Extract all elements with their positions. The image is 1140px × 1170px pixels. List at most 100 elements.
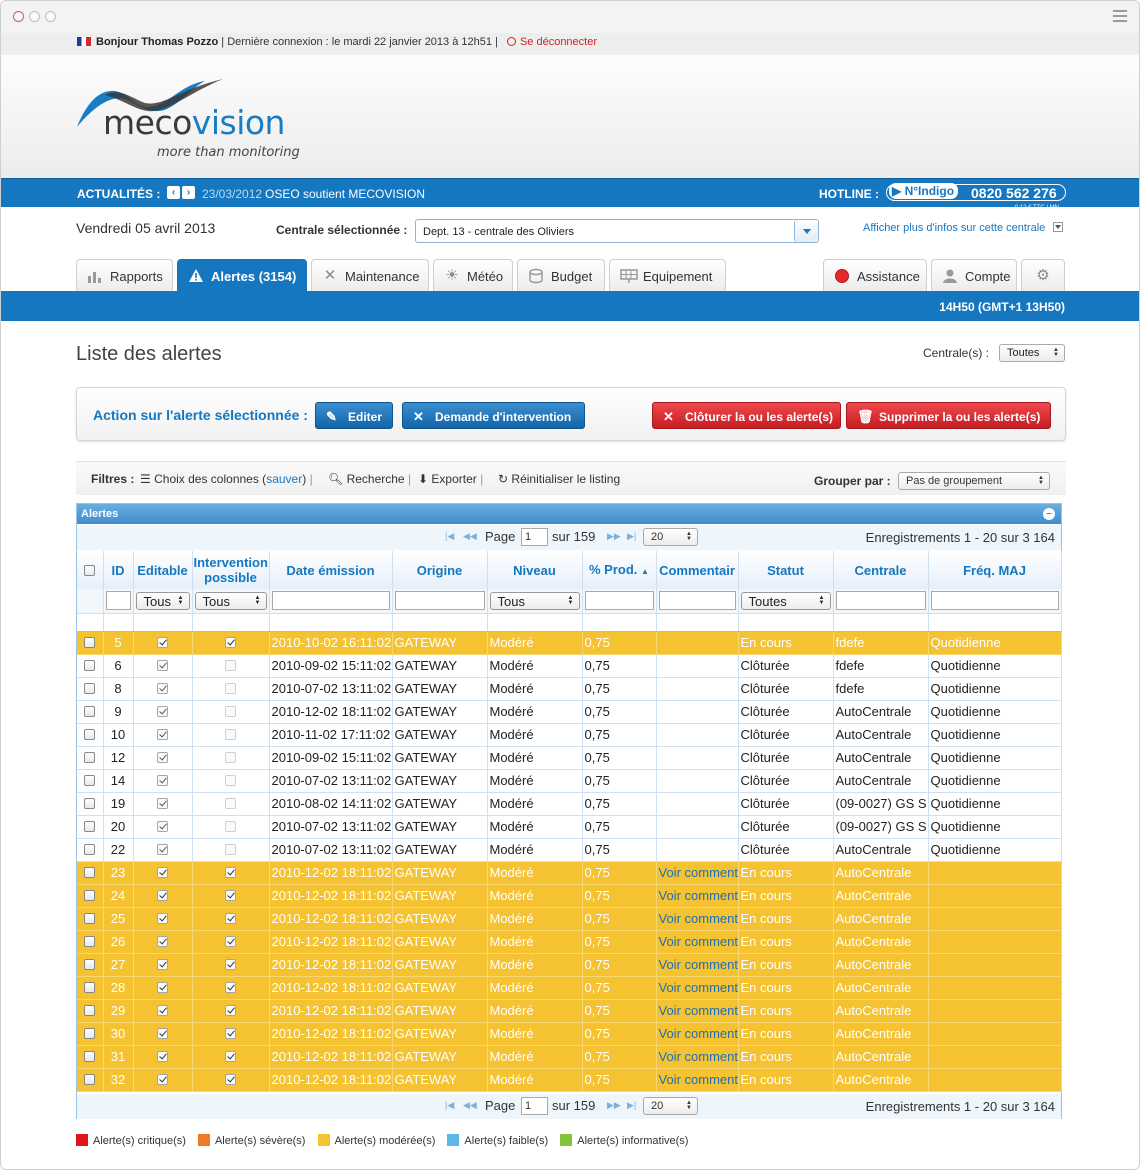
table-row[interactable]: 28 2010-12-02 18:11:02 GATEWAY Modéré 0,75 Vo… <box>77 976 1062 1000</box>
french-flag-icon[interactable] <box>77 37 91 46</box>
col-intervention[interactable]: Intervention possible <box>192 551 270 589</box>
tab-budget[interactable]: Budget <box>517 259 605 292</box>
page-size-select[interactable]: 20 ▲ ▼ <box>643 1097 698 1115</box>
row-comment-link[interactable]: Voir comment <box>656 1022 739 1046</box>
table-row[interactable]: 32 2010-12-02 18:11:02 GATEWAY Modéré 0,75 Vo… <box>77 1068 1062 1092</box>
col-statut[interactable]: Statut <box>738 551 834 589</box>
row-comment-link[interactable]: Voir comment <box>656 953 739 977</box>
table-row[interactable]: 9 2010-12-02 18:11:02 GATEWAY Modéré 0,75 Clô… <box>77 700 1062 724</box>
table-row[interactable]: 6 2010-09-02 15:11:02 GATEWAY Modéré 0,75 Clô… <box>77 654 1062 678</box>
row-select-checkbox[interactable] <box>84 821 96 832</box>
table-row[interactable]: 26 2010-12-02 18:11:02 GATEWAY Modéré 0,75 Vo… <box>77 930 1062 954</box>
last-page-icon[interactable]: ▶| <box>627 531 636 542</box>
table-row[interactable]: 27 2010-12-02 18:11:02 GATEWAY Modéré 0,75 Vo… <box>77 953 1062 977</box>
row-select-checkbox[interactable] <box>84 637 96 648</box>
row-select-checkbox[interactable] <box>84 1028 96 1039</box>
statut-filter-select[interactable]: Toutes ▲ ▼ <box>740 591 831 610</box>
edit-button[interactable]: ✎ Editer <box>315 402 393 429</box>
table-row[interactable]: 25 2010-12-02 18:11:02 GATEWAY Modéré 0,75 Vo… <box>77 907 1062 931</box>
tab-meteo[interactable]: ☀ Météo <box>433 259 513 292</box>
centrale-filter-input[interactable] <box>835 591 926 611</box>
intervention-filter-select[interactable]: Tous ▲ ▼ <box>194 591 267 610</box>
table-row[interactable]: 20 2010-07-02 13:11:02 GATEWAY Modéré 0,75 Cl… <box>77 815 1062 839</box>
first-page-icon[interactable]: |◀ <box>445 1100 454 1111</box>
col-date[interactable]: Date émission <box>269 551 393 589</box>
col-centrale[interactable]: Centrale <box>833 551 929 589</box>
row-select-checkbox[interactable] <box>84 1005 96 1016</box>
prev-page-icon[interactable]: ◀◀ <box>463 531 477 542</box>
row-comment-link[interactable]: Voir comment <box>656 907 739 931</box>
close-window-button[interactable] <box>13 11 24 22</box>
more-info-link[interactable]: Afficher plus d'infos sur cette centrale <box>863 222 1064 234</box>
next-page-icon[interactable]: ▶▶ <box>607 531 621 542</box>
row-select-checkbox[interactable] <box>84 1074 96 1085</box>
power-icon[interactable] <box>506 37 516 46</box>
col-freq[interactable]: Fréq. MAJ <box>928 551 1062 589</box>
row-select-checkbox[interactable] <box>84 706 96 717</box>
col-id[interactable]: ID <box>103 551 134 589</box>
prod-filter-input[interactable] <box>584 591 654 611</box>
export-link[interactable]: ⬇ Exporter | <box>418 472 483 486</box>
table-row[interactable]: 22 2010-07-02 13:11:02 GATEWAY Modéré 0,75 Cl… <box>77 838 1062 862</box>
table-row[interactable]: 19 2010-08-02 14:11:02 GATEWAY Modéré 0,75 Cl… <box>77 792 1062 816</box>
tab-equipement[interactable]: Equipement <box>609 259 726 292</box>
row-select-checkbox[interactable] <box>84 844 96 855</box>
comment-filter-input[interactable] <box>658 591 736 611</box>
news-headline[interactable]: OSEO soutient MECOVISION <box>265 187 425 201</box>
search-link[interactable]: 🔍︎ Recherche | <box>328 472 411 486</box>
row-select-checkbox[interactable] <box>84 913 96 924</box>
reset-listing-link[interactable]: ↻ Réinitialiser le listing <box>498 472 620 486</box>
intervention-request-button[interactable]: ✕ Demande d'intervention <box>402 402 585 429</box>
menu-icon[interactable] <box>1113 10 1127 25</box>
tab-alertes[interactable]: Alertes (3154) <box>177 259 307 292</box>
id-filter-input[interactable] <box>105 591 131 611</box>
page-size-select[interactable]: 20 ▲ ▼ <box>643 528 698 546</box>
row-select-checkbox[interactable] <box>84 867 96 878</box>
group-by-select[interactable]: Pas de groupement ▲ ▼ <box>898 472 1050 490</box>
select-all-header[interactable] <box>77 551 104 589</box>
row-select-checkbox[interactable] <box>84 936 96 947</box>
row-comment-link[interactable]: Voir comment <box>656 861 739 885</box>
row-comment-link[interactable]: Voir comment <box>656 930 739 954</box>
row-comment-link[interactable]: Voir comment <box>656 884 739 908</box>
row-select-checkbox[interactable] <box>84 729 96 740</box>
news-prev-icon[interactable]: ‹ <box>167 186 180 199</box>
row-select-checkbox[interactable] <box>84 798 96 809</box>
table-row[interactable]: 30 2010-12-02 18:11:02 GATEWAY Modéré 0,75 Vo… <box>77 1022 1062 1046</box>
save-columns-link[interactable]: sauver <box>266 472 302 486</box>
row-comment-link[interactable]: Voir comment <box>656 1068 739 1092</box>
page-input[interactable]: 1 <box>521 528 548 546</box>
chevron-down-icon[interactable] <box>794 220 818 242</box>
row-select-checkbox[interactable] <box>84 982 96 993</box>
row-comment-link[interactable]: Voir comment <box>656 1045 739 1069</box>
row-select-checkbox[interactable] <box>84 683 96 694</box>
row-select-checkbox[interactable] <box>84 959 96 970</box>
column-chooser-link[interactable]: ☰ Choix des colonnes (sauver) | <box>140 472 313 486</box>
row-select-checkbox[interactable] <box>84 1051 96 1062</box>
col-niveau[interactable]: Niveau <box>487 551 583 589</box>
niveau-filter-select[interactable]: Tous ▲ ▼ <box>489 591 580 610</box>
col-prod[interactable]: % Prod. ▲ <box>582 551 657 589</box>
first-page-icon[interactable]: |◀ <box>445 531 454 542</box>
col-editable[interactable]: Editable <box>133 551 193 589</box>
delete-alerts-button[interactable]: 🗑 Supprimer la ou les alerte(s) <box>846 402 1051 429</box>
central-select[interactable]: Dept. 13 - centrale des Oliviers <box>415 219 819 243</box>
next-page-icon[interactable]: ▶▶ <box>607 1100 621 1111</box>
page-input[interactable]: 1 <box>521 1097 548 1115</box>
last-page-icon[interactable]: ▶| <box>627 1100 636 1111</box>
freq-filter-input[interactable] <box>930 591 1059 611</box>
table-row[interactable]: 14 2010-07-02 13:11:02 GATEWAY Modéré 0,75 Cl… <box>77 769 1062 793</box>
tab-compte[interactable]: Compte <box>931 259 1017 292</box>
row-comment-link[interactable]: Voir comment <box>656 999 739 1023</box>
row-select-checkbox[interactable] <box>84 752 96 763</box>
editable-filter-select[interactable]: Tous ▲ ▼ <box>135 591 190 610</box>
prev-page-icon[interactable]: ◀◀ <box>463 1100 477 1111</box>
date-filter-input[interactable] <box>271 591 390 611</box>
tab-assistance[interactable]: Assistance <box>823 259 927 292</box>
tab-rapports[interactable]: Rapports <box>76 259 173 292</box>
table-row[interactable]: 12 2010-09-02 15:11:02 GATEWAY Modéré 0,75 Cl… <box>77 746 1062 770</box>
table-row[interactable]: 5 2010-10-02 16:11:02 GATEWAY Modéré 0,75 En … <box>77 631 1062 655</box>
table-row[interactable]: 23 2010-12-02 18:11:02 GATEWAY Modéré 0,75 Vo… <box>77 861 1062 885</box>
dropdown-toggle-icon[interactable] <box>1053 222 1064 232</box>
row-select-checkbox[interactable] <box>84 775 96 786</box>
